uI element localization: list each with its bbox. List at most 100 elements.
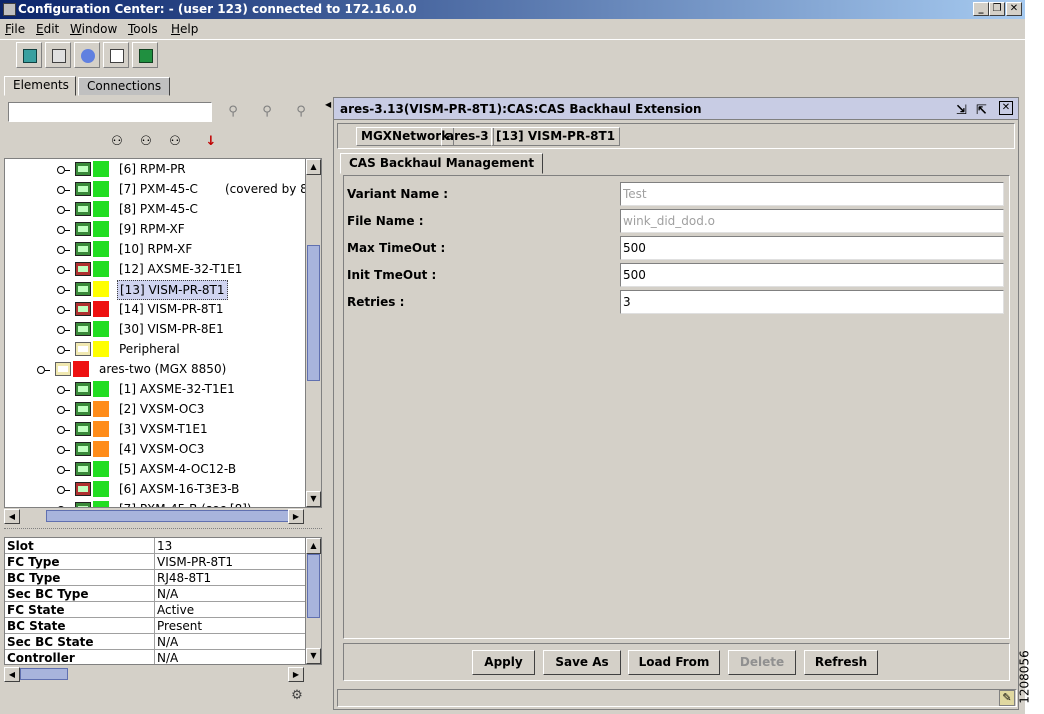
- max-timeout-field[interactable]: [620, 236, 1004, 260]
- expand-handle-icon[interactable]: [57, 486, 70, 494]
- apply-button[interactable]: Apply: [472, 650, 535, 675]
- float-icon[interactable]: ⇲: [956, 100, 967, 122]
- expand-handle-icon[interactable]: [57, 386, 70, 394]
- expand-handle-icon[interactable]: [57, 206, 70, 214]
- breadcrumb-node[interactable]: ares-3: [441, 127, 494, 146]
- scroll-right-icon[interactable]: ▶: [288, 509, 304, 524]
- binoculars-icon[interactable]: ⚲: [224, 104, 242, 120]
- props-scroll-right-icon[interactable]: ▶: [288, 667, 304, 682]
- menu-window[interactable]: Window: [70, 22, 117, 36]
- search-input[interactable]: [8, 102, 212, 122]
- tree-horizontal-scrollbar-bar[interactable]: ◀ ▶: [4, 509, 304, 525]
- tree-item[interactable]: [6] RPM-PR: [5, 159, 305, 179]
- property-row[interactable]: Slot 13: [5, 538, 307, 554]
- props-vertical-scrollbar[interactable]: ▲ ▼: [305, 538, 321, 664]
- tree-item[interactable]: [8] PXM-45-C: [5, 199, 305, 219]
- tree-item[interactable]: [5] AXSM-4-OC12-B: [5, 459, 305, 479]
- tree-item[interactable]: [13] VISM-PR-8T1: [5, 279, 305, 300]
- tree-item[interactable]: [4] VXSM-OC3: [5, 439, 305, 459]
- expand-handle-icon[interactable]: [57, 246, 70, 254]
- expand-handle-icon[interactable]: [57, 406, 70, 414]
- props-scroll-up-icon[interactable]: ▲: [306, 538, 321, 554]
- network-button[interactable]: [45, 42, 71, 68]
- property-row[interactable]: Controller N/A: [5, 650, 307, 664]
- expand-handle-icon[interactable]: [57, 466, 70, 474]
- tree-item[interactable]: ares-two (MGX 8850): [5, 359, 305, 379]
- expand-handle-icon[interactable]: [57, 506, 65, 507]
- refresh-button[interactable]: Refresh: [804, 650, 878, 675]
- tab-cas-backhaul-management[interactable]: CAS Backhaul Management: [340, 153, 544, 174]
- minimize-icon[interactable]: _: [973, 2, 989, 16]
- expand-handle-icon[interactable]: [57, 186, 70, 194]
- sort-az-icon[interactable]: ↓: [202, 134, 220, 150]
- expand-handle-icon[interactable]: [57, 226, 70, 234]
- expand-handle-icon[interactable]: [57, 426, 70, 434]
- breadcrumb-card[interactable]: [13] VISM-PR-8T1: [491, 127, 621, 146]
- menu-tools[interactable]: Tools: [128, 22, 158, 36]
- property-row[interactable]: FC State Active: [5, 602, 307, 618]
- expand-handle-icon[interactable]: [37, 366, 50, 374]
- tree-item[interactable]: [7] PXM-45-B (sec [8]): [5, 499, 305, 507]
- expand-handle-icon[interactable]: [57, 286, 70, 294]
- frame-close-icon[interactable]: ✕: [999, 101, 1013, 115]
- expand-all-icon[interactable]: ⚇: [108, 134, 126, 150]
- scroll-thumb[interactable]: [307, 245, 320, 381]
- tree-item[interactable]: [6] AXSM-16-T3E3-B: [5, 479, 305, 499]
- load-from-button[interactable]: Load From: [628, 650, 720, 675]
- dock-icon[interactable]: ⇱: [976, 100, 987, 122]
- tree-item[interactable]: [1] AXSME-32-T1E1: [5, 379, 305, 399]
- property-row[interactable]: Sec BC Type N/A: [5, 586, 307, 602]
- node-cube-button[interactable]: [16, 42, 42, 68]
- splitter[interactable]: [4, 528, 322, 534]
- tree-item[interactable]: [9] RPM-XF: [5, 219, 305, 239]
- scroll-up-icon[interactable]: ▲: [306, 159, 321, 175]
- tree-item[interactable]: [3] VXSM-T1E1: [5, 419, 305, 439]
- retries-field[interactable]: [620, 290, 1004, 314]
- expand-handle-icon[interactable]: [57, 166, 70, 174]
- menu-edit[interactable]: Edit: [36, 22, 59, 36]
- expand-handle-icon[interactable]: [57, 306, 70, 314]
- init-timeout-field[interactable]: [620, 263, 1004, 287]
- save-as-button[interactable]: Save As: [543, 650, 621, 675]
- props-horizontal-scrollbar[interactable]: ◀ ▶: [4, 667, 304, 683]
- expand-handle-icon[interactable]: [57, 346, 70, 354]
- tab-connections[interactable]: Connections: [78, 77, 170, 96]
- frame-title-bar[interactable]: ares-3.13(VISM-PR-8T1):CAS:CAS Backhaul …: [334, 98, 1018, 120]
- find-prev-icon[interactable]: ⚲: [258, 104, 276, 120]
- file-name-field[interactable]: [620, 209, 1004, 233]
- expand-handle-icon[interactable]: [57, 266, 70, 274]
- scroll-left-icon[interactable]: ◀: [4, 509, 20, 524]
- close-icon[interactable]: ✕: [1006, 2, 1022, 16]
- delete-button[interactable]: Delete: [728, 650, 796, 675]
- props-scroll-down-icon[interactable]: ▼: [306, 648, 321, 664]
- tree-vertical-scrollbar[interactable]: ▲ ▼: [305, 159, 321, 507]
- h-scroll-thumb[interactable]: [46, 510, 292, 522]
- panel-splitter[interactable]: ◀: [325, 100, 331, 710]
- props-scroll-thumb[interactable]: [307, 554, 320, 618]
- menu-file[interactable]: File: [5, 22, 25, 36]
- find-next-icon[interactable]: ⚲: [292, 104, 310, 120]
- title-bar[interactable]: Configuration Center: - (user 123) conne…: [0, 0, 1025, 19]
- window-button[interactable]: [103, 42, 129, 68]
- expand-handle-icon[interactable]: [57, 446, 70, 454]
- collapse-left-icon[interactable]: ◀: [325, 100, 331, 109]
- tree-item[interactable]: [30] VISM-PR-8E1: [5, 319, 305, 339]
- variant-name-field[interactable]: [620, 182, 1004, 206]
- property-row[interactable]: Sec BC State N/A: [5, 634, 307, 650]
- tree-item[interactable]: [2] VXSM-OC3: [5, 399, 305, 419]
- restore-icon[interactable]: ❐: [989, 2, 1005, 16]
- props-scroll-left-icon[interactable]: ◀: [4, 667, 20, 682]
- tree-item[interactable]: [14] VISM-PR-8T1: [5, 299, 305, 319]
- tree-item[interactable]: Peripheral: [5, 339, 305, 359]
- expand-handle-icon[interactable]: [57, 326, 70, 334]
- property-row[interactable]: BC State Present: [5, 618, 307, 634]
- group-icon[interactable]: ⚇: [166, 134, 184, 150]
- menu-help[interactable]: Help: [171, 22, 198, 36]
- diagnostics-button[interactable]: [74, 42, 100, 68]
- property-row[interactable]: BC Type RJ48-8T1: [5, 570, 307, 586]
- tree-item[interactable]: [12] AXSME-32-T1E1: [5, 259, 305, 279]
- breadcrumb-network[interactable]: MGXNetwork: [356, 127, 455, 146]
- property-row[interactable]: FC Type VISM-PR-8T1: [5, 554, 307, 570]
- props-h-thumb[interactable]: [20, 668, 68, 680]
- properties-tool-icon[interactable]: ⚙: [288, 688, 306, 704]
